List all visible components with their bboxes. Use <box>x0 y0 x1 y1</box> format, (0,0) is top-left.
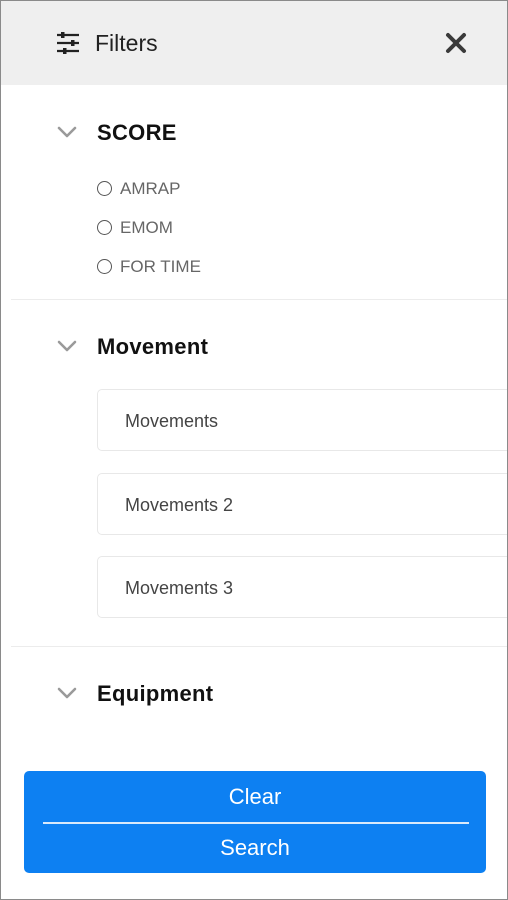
clear-button[interactable]: Clear <box>24 771 486 823</box>
radio-button[interactable] <box>97 220 112 235</box>
movement-field-2[interactable]: Movements 2 <box>97 473 507 535</box>
section-title-score: SCORE <box>97 120 177 145</box>
filters-panel: Filters SCORE AMRAP EMOM FOR TIME Moveme… <box>0 0 508 900</box>
movement-field-1[interactable]: Movements <box>97 389 507 451</box>
section-title-movement: Movement <box>97 334 209 359</box>
button-divider <box>43 822 469 824</box>
filters-header: Filters <box>1 1 507 85</box>
chevron-down-icon <box>57 126 77 138</box>
movement-field-value: Movements <box>125 411 219 431</box>
section-header-score[interactable]: SCORE <box>1 113 507 153</box>
section-header-equipment[interactable]: Equipment <box>1 674 507 714</box>
close-icon[interactable] <box>444 31 468 55</box>
radio-label: AMRAP <box>120 179 181 198</box>
sliders-icon <box>57 32 79 54</box>
search-button[interactable]: Search <box>24 823 486 873</box>
section-header-movement[interactable]: Movement <box>1 327 507 367</box>
radio-label: FOR TIME <box>120 257 201 276</box>
filters-title: Filters <box>95 30 158 56</box>
section-divider <box>11 646 507 647</box>
section-divider <box>11 299 507 300</box>
movement-field-value: Movements 2 <box>125 495 234 515</box>
movement-field-3[interactable]: Movements 3 <box>97 556 507 618</box>
radio-button[interactable] <box>97 259 112 274</box>
chevron-down-icon <box>57 687 77 699</box>
radio-label: EMOM <box>120 218 173 237</box>
chevron-down-icon <box>57 340 77 352</box>
movement-field-value: Movements 3 <box>125 578 234 598</box>
section-title-equipment: Equipment <box>97 681 214 706</box>
radio-button[interactable] <box>97 181 112 196</box>
